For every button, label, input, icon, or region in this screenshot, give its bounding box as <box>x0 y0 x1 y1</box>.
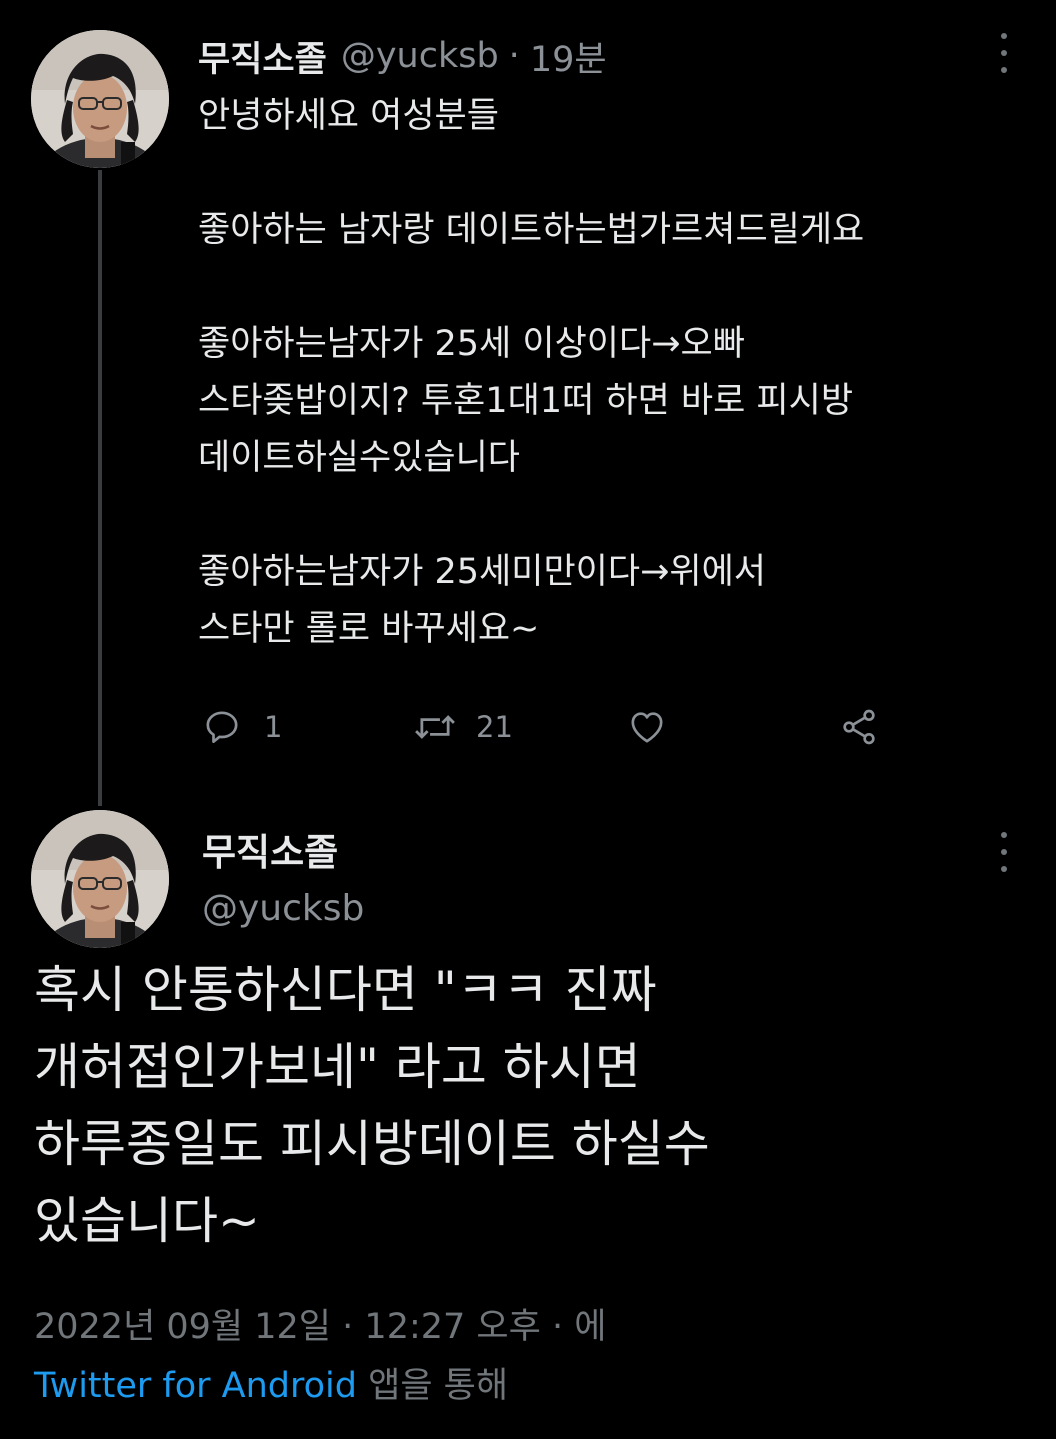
tweet-line: 혹시 안통하신다면 "ㅋㅋ 진짜 <box>34 961 657 1019</box>
author-handle[interactable]: @yucksb <box>202 888 364 929</box>
tweet-line: 하루종일도 피시방데이트 하실수 <box>34 1115 710 1173</box>
tweet-line: 안녕하세요 여성분들 <box>198 96 499 136</box>
profile-photo <box>31 30 169 168</box>
tweet-timestamp[interactable]: 19분 <box>530 31 607 82</box>
heart-icon <box>631 712 663 743</box>
tweet-source: Twitter for Android 앱을 통해 <box>34 1357 508 1408</box>
tweet-body-large: 혹시 안통하신다면 "ㅋㅋ 진짜 개허접인가보네" 라고 하시면 하루종일도 피… <box>34 952 1034 1260</box>
share-button[interactable] <box>838 700 880 754</box>
retweet-count: 21 <box>476 710 513 744</box>
more-dot <box>1001 832 1007 838</box>
more-dot <box>1001 866 1007 872</box>
more-vertical-icon[interactable] <box>994 832 1014 872</box>
tweet-metadata: 2022년 09월 12일 · 12:27 오후 · 에 <box>34 1298 606 1349</box>
avatar[interactable] <box>31 810 169 948</box>
like-button[interactable] <box>626 700 668 754</box>
more-vertical-icon[interactable] <box>994 33 1014 73</box>
more-dot <box>1001 33 1007 39</box>
reply-icon <box>206 711 238 743</box>
tweet-line: 좋아하는남자가 25세 이상이다→오빠 <box>198 324 745 364</box>
tweet-line-blank <box>198 259 1038 316</box>
retweet-icon <box>415 715 455 739</box>
via-prefix: 에 <box>574 1307 607 1347</box>
author-name[interactable]: 무직소졸 <box>202 822 338 876</box>
tweet-header: 무직소졸 @yucksb · 19분 <box>198 30 607 82</box>
tweet-line: 스타좆밥이지? 투혼1대1떠 하면 바로 피시방 <box>198 381 854 421</box>
tweet-line: 데이트하실수있습니다 <box>198 438 521 478</box>
tweet-line: 스타만 롤로 바꾸세요~ <box>198 609 540 649</box>
tweet-line: 좋아하는 남자랑 데이트하는법가르쳐드릴게요 <box>198 210 865 250</box>
tweet-line-blank <box>198 487 1038 544</box>
separator-dot: · <box>342 1307 354 1347</box>
separator-dot: · <box>551 1307 564 1347</box>
share-icon <box>843 709 875 745</box>
more-dot <box>1001 849 1007 855</box>
reply-button[interactable]: 1 <box>202 700 282 754</box>
tweet-line-blank <box>198 145 1038 202</box>
retweet-button[interactable]: 21 <box>412 700 513 754</box>
author-handle[interactable]: @yucksb <box>341 36 499 76</box>
more-dot <box>1001 50 1007 56</box>
tweet-time[interactable]: 12:27 오후 <box>364 1307 540 1347</box>
tweet-date[interactable]: 2022년 09월 12일 <box>34 1307 331 1347</box>
via-suffix: 앱을 통해 <box>368 1366 509 1406</box>
thread-connector-line <box>98 170 102 806</box>
profile-photo <box>31 810 169 948</box>
tweet-body: 안녕하세요 여성분들 좋아하는 남자랑 데이트하는법가르쳐드릴게요 좋아하는남자… <box>198 88 1038 658</box>
avatar[interactable] <box>31 30 169 168</box>
tweet-line: 있습니다~ <box>34 1192 260 1250</box>
separator-dot: · <box>508 36 520 76</box>
more-dot <box>1001 67 1007 73</box>
author-name[interactable]: 무직소졸 <box>198 31 327 82</box>
source-link[interactable]: Twitter for Android <box>34 1366 357 1406</box>
tweet-actions: 1 21 <box>198 700 898 754</box>
reply-count: 1 <box>264 710 283 744</box>
tweet-line: 개허접인가보네" 라고 하시면 <box>34 1038 641 1096</box>
tweet-line: 좋아하는남자가 25세미만이다→위에서 <box>198 552 766 592</box>
